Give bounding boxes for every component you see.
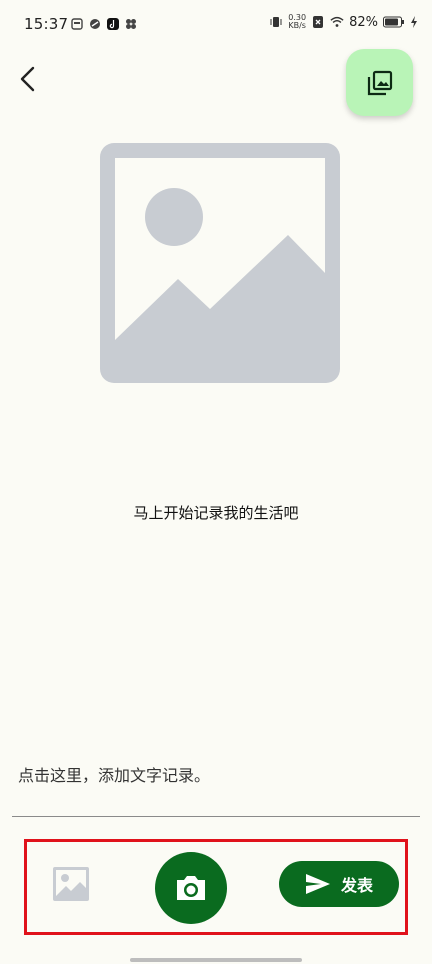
tiktok-icon <box>106 17 120 31</box>
back-button[interactable] <box>12 62 42 96</box>
sim-off-icon <box>311 15 325 29</box>
mailbox-icon <box>70 17 84 31</box>
status-notification-icons <box>70 17 138 31</box>
pinwheel-icon <box>124 17 138 31</box>
camera-button[interactable] <box>155 852 227 924</box>
leaf-app-icon <box>88 17 102 31</box>
send-icon <box>305 874 330 894</box>
network-speed-unit: KB/s <box>288 21 306 30</box>
network-speed: 0.30 KB/s <box>288 14 306 30</box>
back-arrow-icon <box>20 66 35 92</box>
image-icon <box>53 867 89 901</box>
home-indicator[interactable] <box>130 958 302 962</box>
status-system-icons: 0.30 KB/s 82% <box>269 14 418 30</box>
image-placeholder-icon <box>100 143 340 383</box>
charging-icon <box>410 15 418 29</box>
status-time: 15:37 <box>24 15 69 33</box>
photo-library-button[interactable] <box>346 49 413 116</box>
battery-icon <box>383 15 405 29</box>
empty-state-hint: 马上开始记录我的生活吧 <box>133 504 299 522</box>
battery-percent: 82% <box>349 14 378 30</box>
status-bar: 15:37 0.30 KB/s 82% <box>0 0 432 50</box>
photo-library-icon <box>367 70 392 95</box>
wifi-icon <box>330 15 344 29</box>
publish-button[interactable]: 发表 <box>279 861 399 907</box>
text-record-input[interactable]: 点击这里，添加文字记录。 <box>12 752 420 817</box>
text-record-placeholder: 点击这里，添加文字记录。 <box>18 766 211 785</box>
bottom-action-bar: 发表 <box>24 839 408 935</box>
vibrate-icon <box>269 15 283 29</box>
insert-image-button[interactable] <box>51 864 91 904</box>
camera-icon <box>177 876 205 900</box>
publish-label: 发表 <box>340 876 373 895</box>
